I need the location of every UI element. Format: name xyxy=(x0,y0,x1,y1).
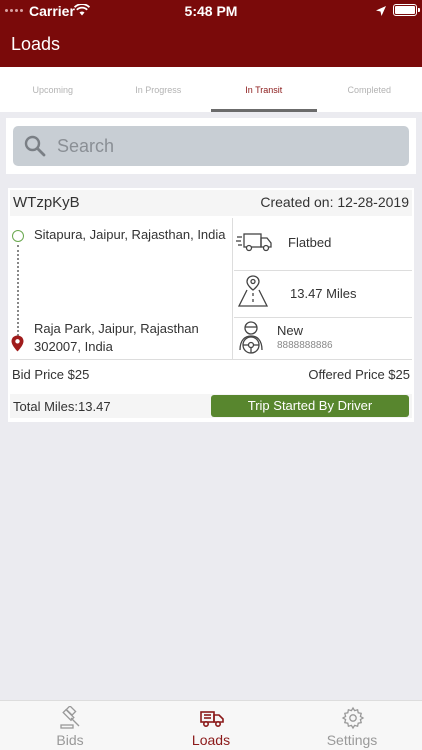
search-placeholder: Search xyxy=(57,136,115,156)
bottom-tab-bar: Bids Loads Settings xyxy=(0,700,422,750)
driver-phone: 8888888886 xyxy=(277,340,333,351)
tab-in-progress[interactable]: In Progress xyxy=(106,67,212,112)
tabbar-item-settings[interactable]: Settings xyxy=(282,701,422,750)
load-card[interactable]: WTzpKyB Created on: 12-28-2019 Sitapura,… xyxy=(8,188,414,422)
bid-price: Bid Price $25 xyxy=(12,367,90,382)
load-card-header: WTzpKyB Created on: 12-28-2019 xyxy=(10,190,412,216)
tab-label: In Transit xyxy=(245,85,283,95)
column-divider xyxy=(232,218,233,360)
search-icon xyxy=(24,135,46,162)
tabbar-label: Bids xyxy=(56,732,84,748)
search-container: Search xyxy=(6,118,416,174)
clock: 5:48 PM xyxy=(184,3,238,19)
gavel-icon xyxy=(60,706,80,729)
tab-label: Completed xyxy=(347,85,392,95)
tab-in-transit[interactable]: In Transit xyxy=(211,67,317,112)
tab-label: In Progress xyxy=(135,85,182,95)
load-status-tabs: Upcoming In Progress In Transit Complete… xyxy=(0,67,422,112)
distance-row: 13.47 Miles xyxy=(234,271,412,317)
tabbar-item-bids[interactable]: Bids xyxy=(0,701,140,750)
tabbar-item-loads[interactable]: Loads xyxy=(141,701,281,750)
total-miles: Total Miles:13.47 xyxy=(13,399,111,414)
trip-status-button[interactable]: Trip Started By Driver xyxy=(211,395,409,417)
truck-type: Flatbed xyxy=(288,235,332,250)
load-code: WTzpKyB xyxy=(13,194,80,211)
nav-bar: Loads xyxy=(0,22,422,67)
truck-type-row: Flatbed xyxy=(234,218,412,270)
created-date: Created on: 12-28-2019 xyxy=(260,194,409,210)
location-arrow-icon xyxy=(375,4,387,20)
road-distance-icon xyxy=(236,274,270,313)
active-tab-indicator xyxy=(211,109,317,112)
gear-icon xyxy=(341,706,365,730)
truck-icon xyxy=(236,232,274,257)
route-dotted-line xyxy=(17,245,19,340)
driver-row: New 8888888886 xyxy=(234,318,412,360)
tabbar-label: Loads xyxy=(191,732,231,748)
tabbar-label: Settings xyxy=(326,732,378,748)
tab-label: Upcoming xyxy=(32,85,74,95)
destination-address: Raja Park, Jaipur, Rajasthan 302007, Ind… xyxy=(34,321,199,354)
driver-name: New xyxy=(277,323,304,338)
offered-price: Offered Price $25 xyxy=(308,367,410,382)
page-title: Loads xyxy=(11,34,61,54)
route-section: Sitapura, Jaipur, Rajasthan, India Raja … xyxy=(8,218,232,356)
distance-value: 13.47 Miles xyxy=(290,286,357,301)
truck-icon xyxy=(200,711,224,728)
origin-marker-icon xyxy=(12,230,24,242)
origin-address: Sitapura, Jaipur, Rajasthan, India xyxy=(34,227,226,242)
tab-completed[interactable]: Completed xyxy=(317,67,422,112)
battery-icon xyxy=(393,4,420,16)
status-bar: Carrier 5:48 PM xyxy=(0,0,422,22)
driver-icon xyxy=(236,320,266,361)
tab-upcoming[interactable]: Upcoming xyxy=(0,67,106,112)
search-input[interactable]: Search xyxy=(13,126,409,166)
destination-pin-icon xyxy=(11,335,24,357)
